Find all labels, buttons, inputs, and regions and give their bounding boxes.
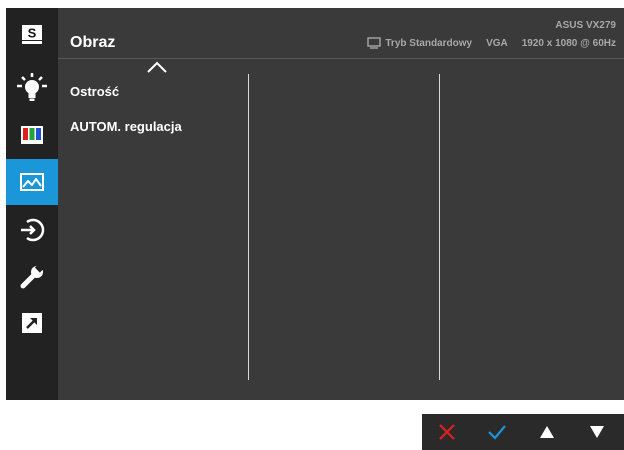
menu-item-auto-adjust[interactable]: AUTOM. regulacja — [70, 119, 182, 134]
osd-menu-panel: S Obraz ASUS VX279 Tryb Standardowy VGA … — [6, 8, 624, 400]
sidebar-item-system-setup[interactable] — [6, 254, 58, 300]
sidebar-item-blue-light-filter[interactable] — [6, 64, 58, 110]
svg-text:S: S — [28, 26, 37, 41]
menu-item-sharpness[interactable]: Ostrość — [70, 84, 119, 99]
x-icon — [439, 424, 455, 440]
mode-label: Tryb Standardowy — [385, 37, 473, 49]
sidebar-item-color[interactable] — [6, 112, 58, 158]
column-divider — [248, 74, 249, 380]
shortcut-arrow-icon — [22, 313, 42, 333]
scroll-up-chevron-icon[interactable] — [146, 60, 168, 74]
lightbulb-icon — [17, 73, 47, 101]
check-icon — [488, 425, 506, 440]
triangle-up-icon — [540, 426, 554, 438]
sidebar: S — [6, 8, 58, 400]
sidebar-item-input-select[interactable] — [6, 207, 58, 253]
sidebar-item-shortcut[interactable] — [6, 300, 58, 346]
image-landscape-icon — [20, 173, 44, 191]
up-button[interactable] — [522, 414, 572, 450]
page-title: Obraz — [70, 34, 116, 51]
color-bars-icon — [21, 126, 43, 144]
wrench-icon — [20, 264, 45, 289]
sidebar-item-splendid[interactable]: S — [6, 12, 58, 58]
navigation-key-bar — [422, 414, 624, 450]
status-line: Tryb Standardowy VGA 1920 x 1080 @ 60Hz — [367, 37, 616, 49]
confirm-button[interactable] — [472, 414, 522, 450]
header-divider — [58, 58, 624, 59]
column-divider — [439, 74, 440, 380]
close-button[interactable] — [422, 414, 472, 450]
input-label: VGA — [486, 37, 508, 49]
content-area: Obraz ASUS VX279 Tryb Standardowy VGA 19… — [58, 8, 624, 400]
triangle-down-icon — [590, 426, 604, 438]
splendid-s-icon: S — [22, 25, 42, 44]
resolution-label: 1920 x 1080 @ 60Hz — [521, 37, 616, 49]
down-button[interactable] — [572, 414, 622, 450]
monitor-model: ASUS VX279 — [555, 20, 616, 31]
input-select-icon — [21, 218, 45, 242]
sidebar-item-image[interactable] — [6, 159, 58, 205]
monitor-icon — [367, 37, 382, 49]
